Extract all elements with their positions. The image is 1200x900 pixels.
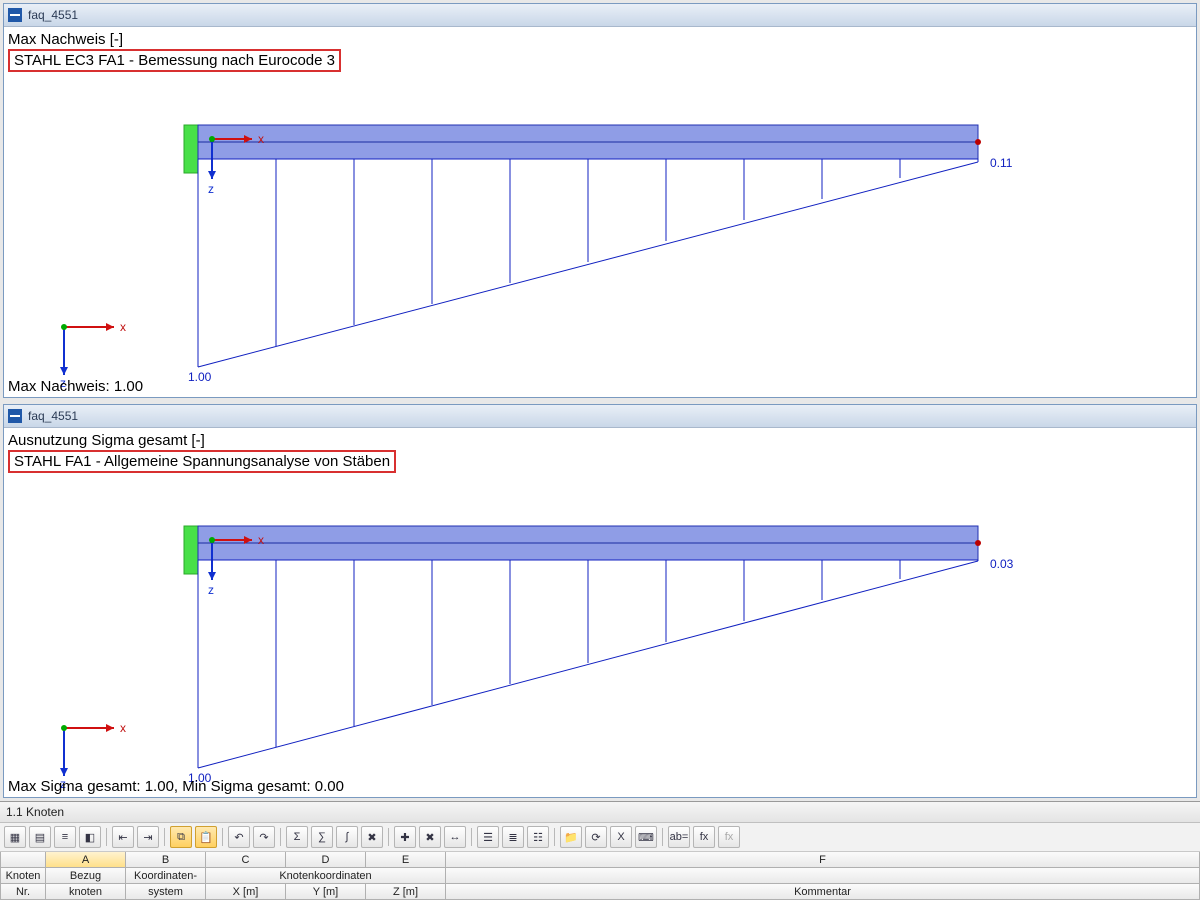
svg-text:x: x xyxy=(258,132,264,146)
result-footer: Max Nachweis: 1.00 xyxy=(8,378,143,395)
copy-icon[interactable]: ⧉ xyxy=(170,826,192,848)
palette-icon[interactable]: ◧ xyxy=(79,826,101,848)
refresh-icon[interactable]: ⟳ xyxy=(585,826,607,848)
text-icon[interactable]: ab= xyxy=(668,826,690,848)
panel-title: faq_4551 xyxy=(28,8,78,22)
fx-off-icon[interactable]: fx xyxy=(718,826,740,848)
calc3-icon[interactable]: ∫ xyxy=(336,826,358,848)
list-icon[interactable]: ☰ xyxy=(477,826,499,848)
result-header-1: Max Nachweis [-] xyxy=(8,31,123,48)
hdr-kommentar-top xyxy=(446,868,1200,884)
svg-text:0.03: 0.03 xyxy=(990,557,1014,571)
table-icon[interactable]: ▤ xyxy=(29,826,51,848)
svg-text:z: z xyxy=(208,583,214,597)
node-add-icon[interactable]: ✚ xyxy=(394,826,416,848)
app-icon xyxy=(8,409,22,423)
col-letter-d[interactable]: D xyxy=(286,852,366,868)
hdr-nr: Nr. xyxy=(0,884,46,900)
node-del-icon[interactable]: ✖ xyxy=(419,826,441,848)
import-icon[interactable]: ⇤ xyxy=(112,826,134,848)
excel-icon[interactable]: X xyxy=(610,826,632,848)
table-title: 1.1 Knoten xyxy=(0,802,1200,823)
calc-icon[interactable]: Σ xyxy=(286,826,308,848)
svg-text:x: x xyxy=(120,721,126,735)
result-header-1: Ausnutzung Sigma gesamt [-] xyxy=(8,432,205,449)
result-footer: Max Sigma gesamt: 1.00, Min Sigma gesamt… xyxy=(8,778,344,795)
diagram-svg-2: x z 0.03 1.00 xyxy=(4,468,1184,788)
paste-icon[interactable]: 📋 xyxy=(195,826,217,848)
node-split-icon[interactable]: ↔ xyxy=(444,826,466,848)
diagram-svg-1: x z 0.11 xyxy=(4,67,1184,387)
folder-icon[interactable]: 📁 xyxy=(560,826,582,848)
col-letter-b[interactable]: B xyxy=(126,852,206,868)
result-panel-1: faq_4551 Max Nachweis [-] STAHL EC3 FA1 … xyxy=(3,3,1197,398)
panel-title: faq_4551 xyxy=(28,409,78,423)
panel-titlebar[interactable]: faq_4551 xyxy=(4,4,1196,27)
hdr-koord-group: Knotenkoordinaten xyxy=(206,868,446,884)
redo-icon[interactable]: ↷ xyxy=(253,826,275,848)
hdr-x: X [m] xyxy=(206,884,286,900)
hdr-koord: Koordinaten- xyxy=(126,868,206,884)
left-value: 1.00 xyxy=(188,370,212,384)
fx-icon[interactable]: fx xyxy=(693,826,715,848)
col-letter-a[interactable]: A xyxy=(46,852,126,868)
result-panel-2: faq_4551 Ausnutzung Sigma gesamt [-] STA… xyxy=(3,404,1197,799)
app-icon xyxy=(8,8,22,22)
right-value: 0.11 xyxy=(990,156,1013,170)
list2-icon[interactable]: ≣ xyxy=(502,826,524,848)
align-icon[interactable]: ≡ xyxy=(54,826,76,848)
hdr-y: Y [m] xyxy=(286,884,366,900)
export-icon[interactable]: ⇥ xyxy=(137,826,159,848)
hdr-system: system xyxy=(126,884,206,900)
table-toolbar: ▦▤≡◧⇤⇥⧉📋↶↷Σ∑∫✖✚✖↔☰≣☷📁⟳X⌨ab=fxfx xyxy=(0,823,1200,852)
panel-titlebar[interactable]: faq_4551 xyxy=(4,405,1196,428)
table-section: 1.1 Knoten ▦▤≡◧⇤⇥⧉📋↶↷Σ∑∫✖✚✖↔☰≣☷📁⟳X⌨ab=fx… xyxy=(0,801,1200,900)
delete-icon[interactable]: ✖ xyxy=(361,826,383,848)
calc2-icon[interactable]: ∑ xyxy=(311,826,333,848)
hdr-bezug: Bezug xyxy=(46,868,126,884)
hdr-kommentar: Kommentar xyxy=(446,884,1200,900)
hdr-bezug-sub: knoten xyxy=(46,884,126,900)
hdr-z: Z [m] xyxy=(366,884,446,900)
undo-icon[interactable]: ↶ xyxy=(228,826,250,848)
col-letter-e[interactable]: E xyxy=(366,852,446,868)
result-canvas-1[interactable]: Max Nachweis [-] STAHL EC3 FA1 - Bemessu… xyxy=(4,27,1196,397)
list3-icon[interactable]: ☷ xyxy=(527,826,549,848)
col-letter-f[interactable]: F xyxy=(446,852,1200,868)
grid-icon[interactable]: ▦ xyxy=(4,826,26,848)
svg-text:z: z xyxy=(208,182,214,196)
svg-text:x: x xyxy=(258,533,264,547)
result-canvas-2[interactable]: Ausnutzung Sigma gesamt [-] STAHL FA1 - … xyxy=(4,428,1196,798)
table-headers: A B C D E F Knoten Bezug Koordinaten- Kn… xyxy=(0,852,1200,900)
svg-text:x: x xyxy=(120,320,126,334)
hdr-knoten: Knoten xyxy=(0,868,46,884)
calculator-icon[interactable]: ⌨ xyxy=(635,826,657,848)
col-letter-c[interactable]: C xyxy=(206,852,286,868)
